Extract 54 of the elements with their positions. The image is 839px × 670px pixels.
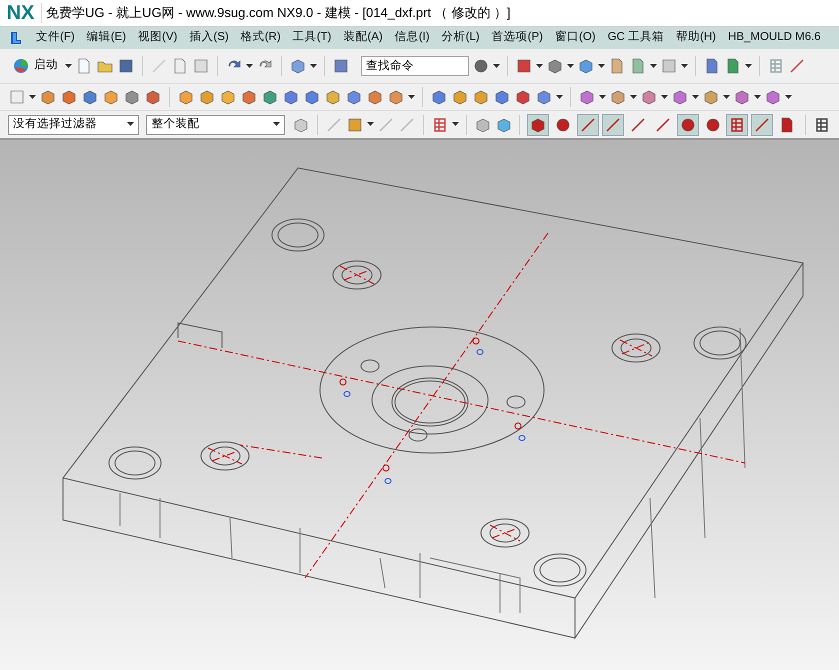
dropdown-caret-icon[interactable] [536, 64, 543, 68]
dropdown-caret-icon[interactable] [246, 64, 253, 68]
menu-item[interactable]: 首选项(P) [492, 29, 543, 47]
snap-toggle-button[interactable] [602, 114, 624, 136]
dropdown-caret-icon[interactable] [556, 94, 563, 100]
dropdown-caret-icon[interactable] [567, 64, 574, 68]
menu-item[interactable]: 插入(S) [189, 29, 229, 47]
dropdown-caret-icon[interactable] [661, 94, 668, 100]
paste-icon[interactable] [192, 57, 210, 75]
snap-toggle-button[interactable] [527, 114, 550, 136]
menu-item[interactable]: 帮助(H) [676, 29, 716, 47]
snap-toggle-button[interactable] [726, 114, 748, 136]
snap-toggle-button[interactable] [751, 114, 774, 136]
menu-item[interactable]: 视图(V) [138, 29, 178, 47]
menu-item[interactable]: 信息(I) [394, 29, 430, 47]
dropdown-caret-icon [273, 122, 280, 127]
dropdown-caret-icon [127, 122, 134, 127]
dropdown-caret-icon[interactable] [598, 64, 605, 68]
menu-item[interactable]: 分析(L) [442, 29, 480, 47]
menu-item[interactable]: 工具(T) [292, 29, 332, 47]
menu-item[interactable]: 编辑(E) [86, 29, 126, 47]
dropdown-caret-icon[interactable] [650, 64, 657, 68]
snap-toggle-button[interactable] [577, 114, 600, 136]
app-logo: NX [0, 3, 42, 23]
dropdown-caret-icon[interactable] [599, 94, 606, 100]
dropdown-caret-icon[interactable] [785, 94, 792, 100]
dropdown-caret-icon[interactable] [630, 94, 637, 100]
dropdown-caret-icon[interactable] [692, 94, 699, 100]
dropdown-caret-icon[interactable] [493, 64, 500, 68]
cube-icon[interactable] [577, 57, 595, 75]
dropdown-caret-icon[interactable] [367, 122, 374, 127]
window-title: 免费学UG - 就上UG网 - www.9sug.com NX9.0 - 建模 - [014_dxf.prt （ 修改的 ）] [45, 4, 510, 22]
globe-icon [12, 57, 30, 75]
dropdown-caret-icon[interactable] [754, 94, 761, 100]
menu-item[interactable]: 格式(R) [240, 29, 281, 47]
menu-item[interactable]: 文件(F) [36, 29, 75, 47]
dropdown-caret-icon[interactable] [310, 64, 317, 68]
menu-item[interactable]: 窗口(O) [554, 29, 596, 47]
dropdown-caret-icon[interactable] [745, 64, 752, 68]
menu-item[interactable]: 装配(A) [343, 29, 383, 47]
dropdown-caret-icon[interactable] [452, 122, 459, 127]
selection-scope-dropdown[interactable]: 整个装配 [146, 114, 286, 134]
dropdown-caret-icon[interactable] [29, 94, 36, 100]
snap-toggle-button[interactable] [676, 114, 699, 136]
dropdown-caret-icon[interactable] [681, 64, 688, 68]
menu-item[interactable]: HB_MOULD M6.6 [728, 29, 821, 47]
menu-item[interactable]: GC 工具箱 [608, 29, 664, 47]
dropdown-caret-icon[interactable] [723, 94, 730, 100]
dropdown-caret-icon[interactable] [408, 94, 415, 100]
dropdown-caret-icon[interactable] [65, 64, 72, 68]
app-icon[interactable] [8, 30, 24, 46]
type-filter-dropdown[interactable]: 没有选择过滤器 [8, 114, 140, 134]
command-search-field[interactable]: 查找命令 [361, 56, 469, 76]
start-button[interactable]: 启动 [8, 57, 62, 75]
